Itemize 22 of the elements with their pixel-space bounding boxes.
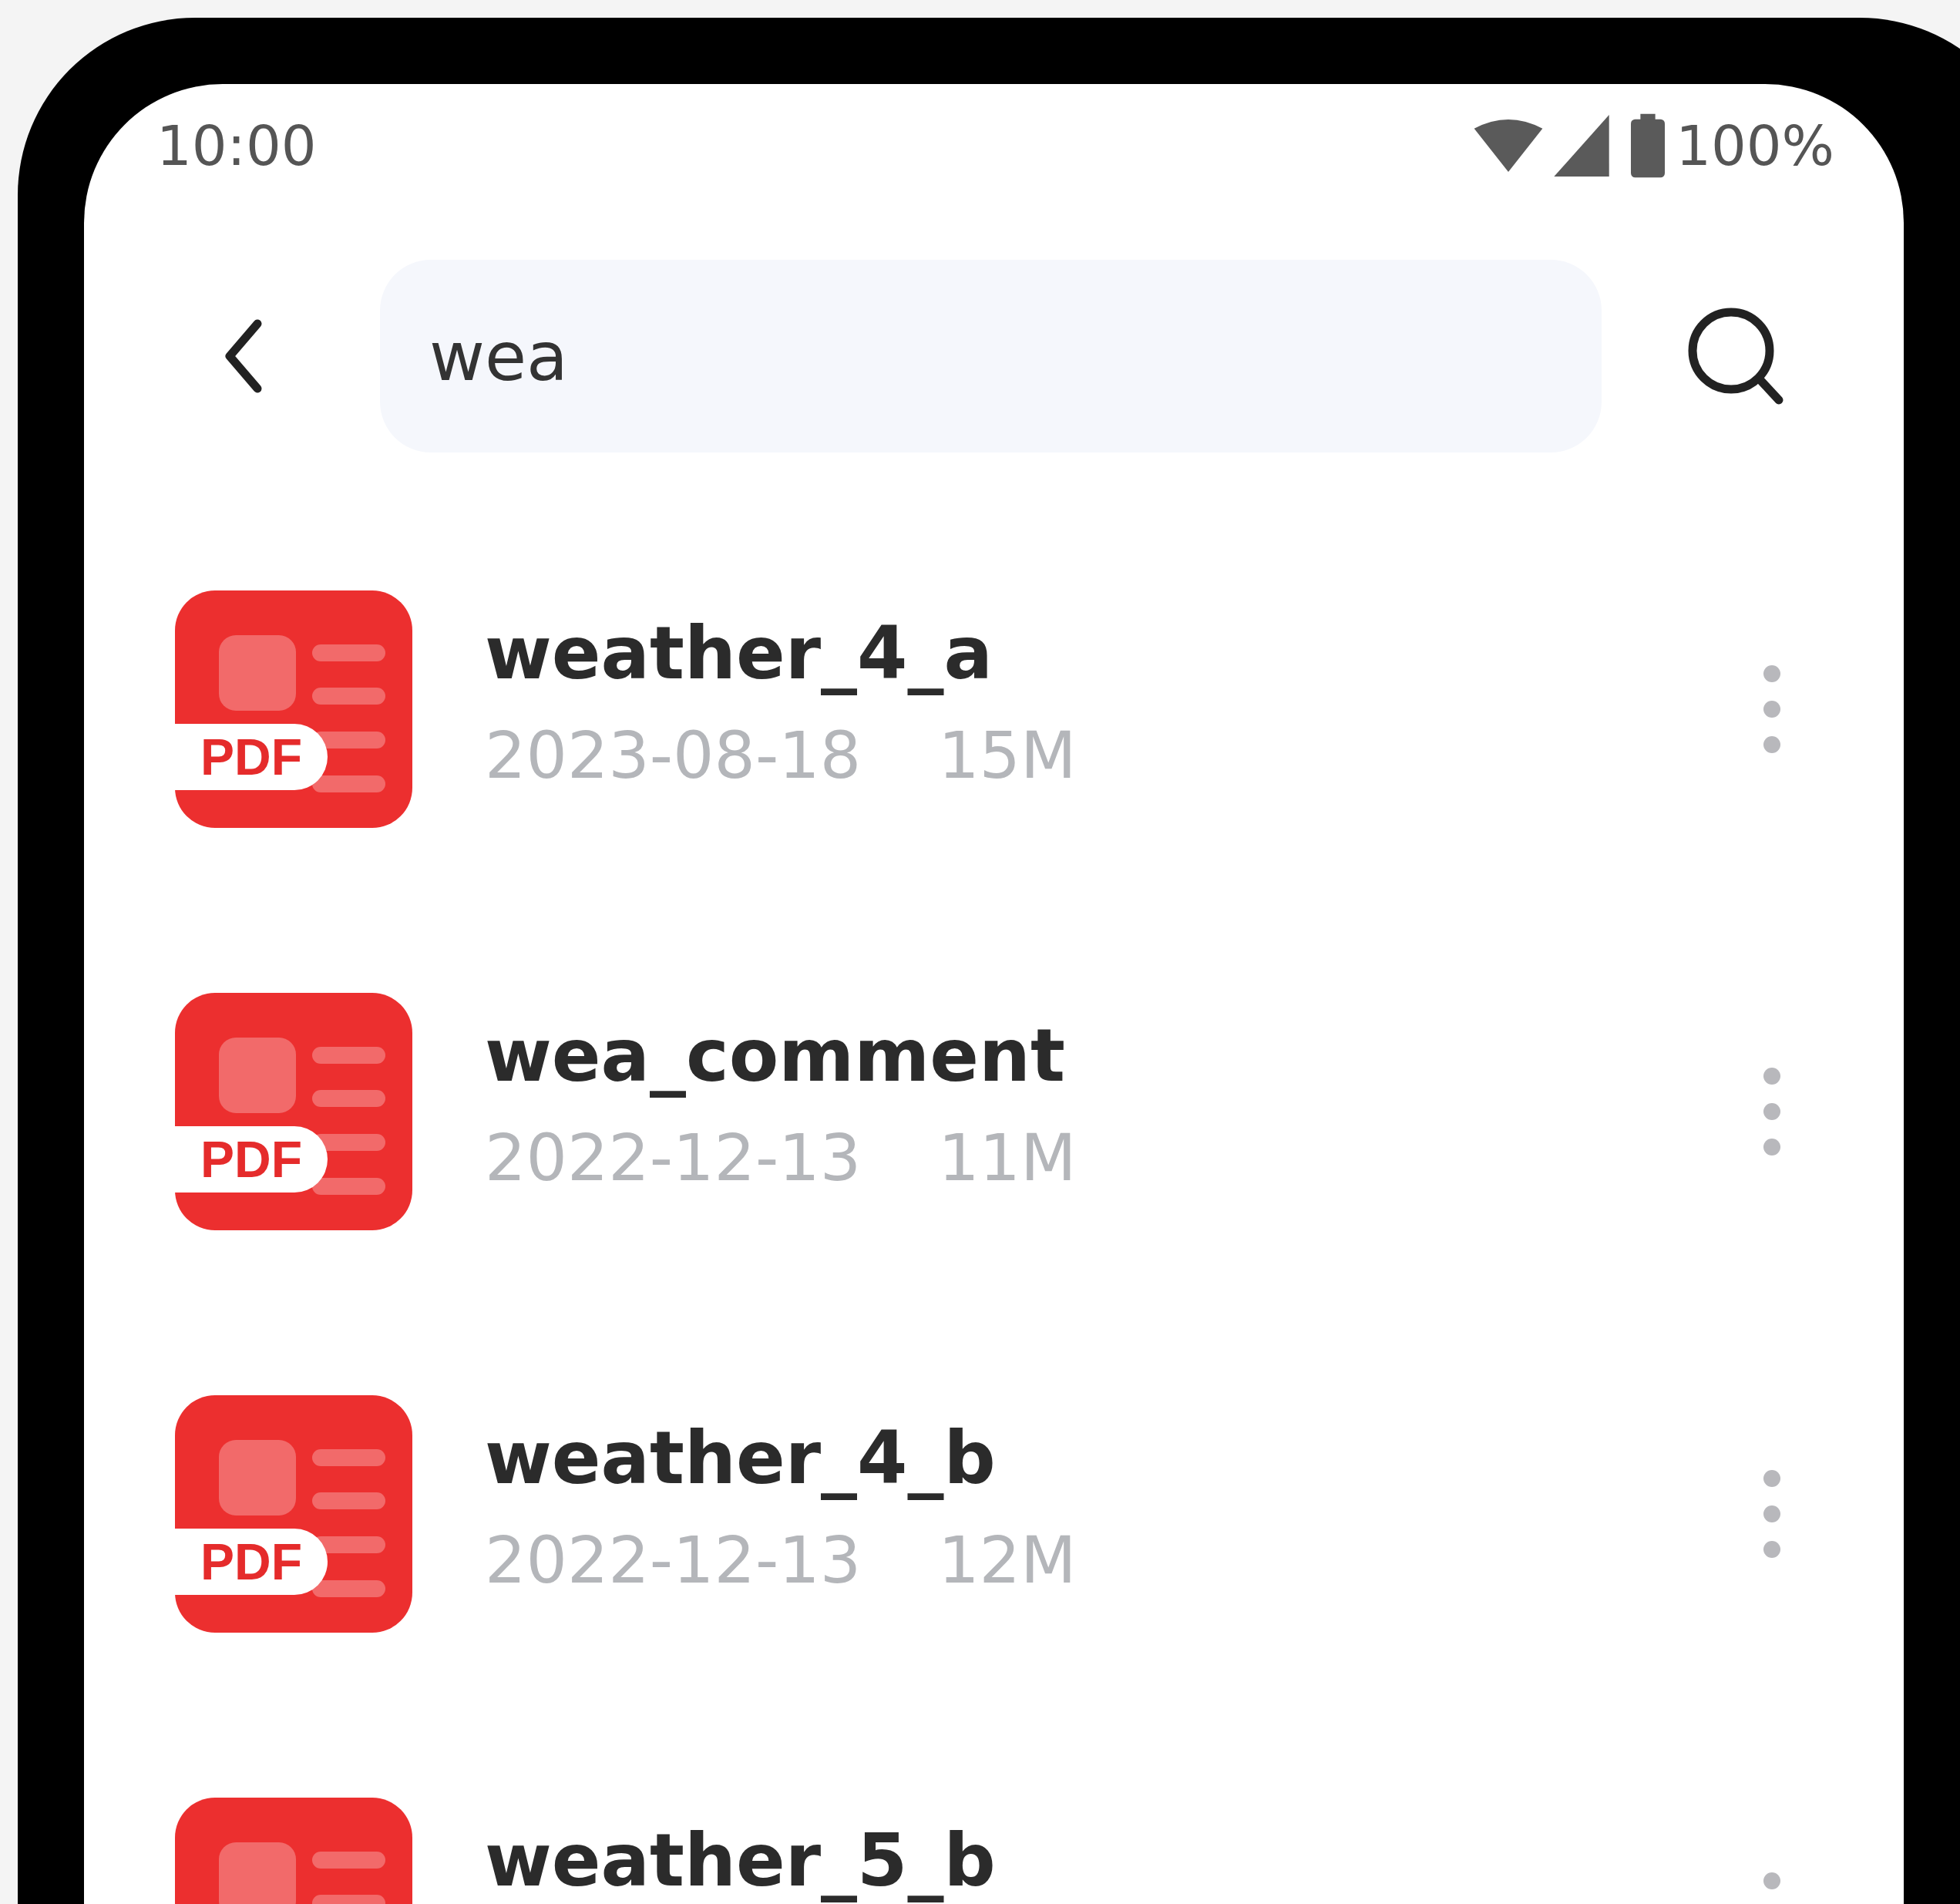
file-size: 12M	[938, 1523, 1077, 1598]
battery-icon	[1631, 113, 1666, 178]
wifi-icon	[1474, 119, 1544, 172]
status-time: 10:00	[156, 113, 317, 178]
file-name[interactable]: wea_comment	[485, 1014, 1641, 1098]
file-size: 15M	[938, 718, 1077, 793]
file-type-badge: PDF	[175, 1529, 328, 1595]
file-date: 2022-12-13	[485, 1121, 862, 1196]
file-date: 2022-12-13	[485, 1523, 862, 1598]
file-date: 2023-08-18	[485, 718, 862, 793]
file-name[interactable]: weather_4_b	[485, 1417, 1641, 1501]
more-options-icon[interactable]	[1763, 1469, 1781, 1559]
battery-percent: 100%	[1676, 113, 1834, 178]
file-size: 11M	[938, 1121, 1077, 1196]
more-options-icon[interactable]	[1763, 664, 1781, 754]
signal-icon	[1554, 115, 1610, 177]
file-type-badge: PDF	[175, 1126, 328, 1193]
file-name[interactable]: weather_5_b	[485, 1819, 1641, 1903]
more-options-icon[interactable]	[1763, 1067, 1781, 1156]
file-name[interactable]: weather_4_a	[485, 612, 1641, 696]
search-field[interactable]: wea	[380, 260, 1602, 452]
file-type-badge: PDF	[175, 724, 328, 790]
